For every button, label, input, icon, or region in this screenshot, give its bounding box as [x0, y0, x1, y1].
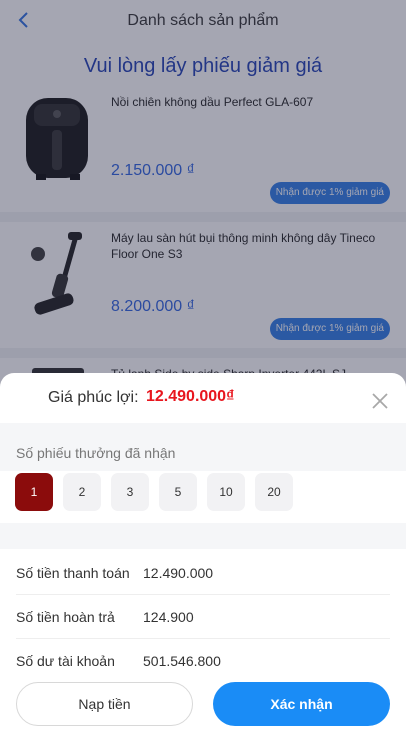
spacer: [0, 423, 406, 433]
option-2[interactable]: 2: [63, 473, 101, 511]
section-header: Số phiếu thưởng đã nhận: [0, 433, 406, 471]
coupon-count-label: Số phiếu thưởng đã nhận: [16, 445, 176, 461]
option-1[interactable]: 1: [15, 473, 53, 511]
coupon-bottom-sheet: Giá phúc lợi: 12.490.000₫ Số phiếu thưởn…: [0, 373, 406, 743]
payment-amount-value: 12.490.000: [143, 565, 214, 581]
option-5[interactable]: 5: [159, 473, 197, 511]
confirm-button[interactable]: Xác nhận: [213, 682, 390, 726]
topup-button[interactable]: Nạp tiền: [16, 682, 193, 726]
payment-amount-row: Số tiền thanh toán 12.490.000: [0, 551, 406, 595]
payment-amount-label: Số tiền thanh toán: [16, 565, 130, 581]
sheet-header: Giá phúc lợi: 12.490.000₫: [0, 373, 406, 423]
refund-amount-row: Số tiền hoàn trả 124.900: [0, 595, 406, 639]
coupon-count-options: 1 2 3 5 10 20: [0, 471, 406, 523]
option-10[interactable]: 10: [207, 473, 245, 511]
account-balance-label: Số dư tài khoản: [16, 653, 115, 669]
refund-amount-value: 124.900: [143, 609, 194, 625]
spacer: [0, 523, 406, 549]
close-icon: [369, 393, 391, 416]
welfare-price-label: Giá phúc lợi:: [48, 389, 139, 406]
account-balance-row: Số dư tài khoản 501.546.800: [0, 639, 406, 683]
option-20[interactable]: 20: [255, 473, 293, 511]
welfare-price-value: 12.490.000₫: [146, 388, 235, 405]
account-balance-value: 501.546.800: [143, 653, 221, 669]
refund-amount-label: Số tiền hoàn trả: [16, 609, 115, 625]
close-button[interactable]: [369, 390, 391, 412]
option-3[interactable]: 3: [111, 473, 149, 511]
